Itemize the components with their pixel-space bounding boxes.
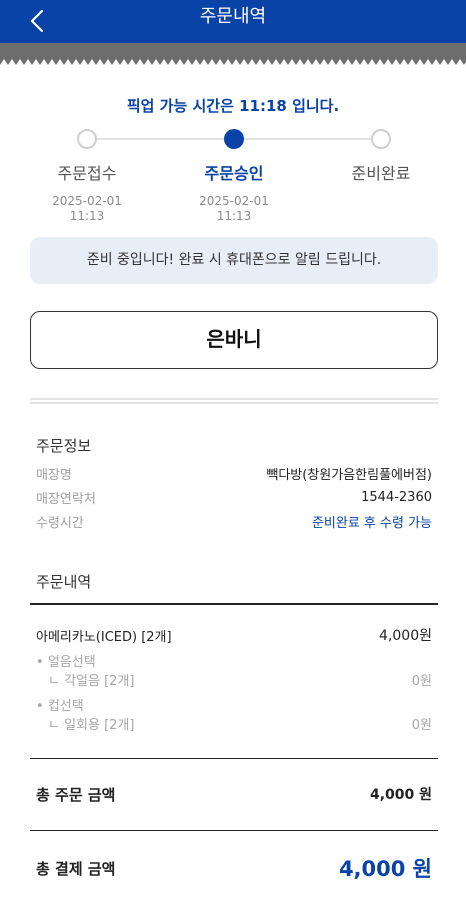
option-choice-cup: ㄴ 일회용 [2개] 0원 [36, 714, 432, 733]
option-price: 0원 [411, 673, 432, 689]
receipt-edge [0, 57, 466, 65]
status-notice: 준비 중입니다! 완료 시 휴대폰으로 알림 드립니다. [30, 237, 438, 284]
step-label: 주문승인 [204, 164, 264, 183]
order-item: 아메리카노(ICED) [2개] 4,000원 [36, 625, 432, 645]
store-phone: 1544-2360 [361, 489, 432, 505]
option-choice: ㄴ 각얼음 [2개] [48, 673, 135, 689]
payment-rule [30, 830, 438, 831]
step-received: 주문접수 2025-02-01 11:13 [27, 160, 147, 224]
order-details-title: 주문내역 [36, 573, 92, 591]
option-price: 0원 [411, 717, 432, 733]
step-dot-ready [371, 129, 391, 149]
item-name: 아메리카노(ICED) [2개] [36, 629, 172, 645]
pickup-time-value: 준비완료 후 수령 가능 [311, 515, 432, 531]
item-price: 4,000원 [379, 628, 432, 644]
info-row-store: 매장명 빽다방(창원가음한림풀에버점) [36, 463, 432, 483]
info-row-phone: 매장연락처 1544-2360 [36, 487, 432, 507]
step-approved: 주문승인 2025-02-01 11:13 [174, 160, 294, 224]
step-label: 준비완료 [351, 164, 411, 183]
order-total-label: 총 주문 금액 [36, 785, 116, 804]
step-ready: 준비완료 [321, 160, 441, 184]
option-choice: ㄴ 일회용 [2개] [48, 717, 135, 733]
step-label: 주문접수 [57, 164, 117, 183]
option-group-cup: • 컵선택 [36, 695, 432, 714]
details-rule [30, 603, 438, 605]
option-group-ice: • 얼음선택 [36, 651, 432, 670]
info-label: 수령시간 [36, 515, 84, 531]
step-dot-approved [224, 129, 244, 149]
option-choice-ice: ㄴ 각얼음 [2개] 0원 [36, 670, 432, 689]
page-title: 주문내역 [199, 6, 267, 27]
option-group-label: • 컵선택 [36, 698, 84, 714]
pickup-time-text: 픽업 가능 시간은 11:18 입니다. [126, 97, 340, 115]
section-divider [30, 398, 438, 404]
info-label: 매장연락처 [36, 491, 96, 507]
option-group-label: • 얼음선택 [36, 654, 96, 670]
customer-name: 은바니 [30, 311, 438, 369]
order-info-title: 주문정보 [36, 437, 92, 455]
app-header: 주문내역 [0, 0, 466, 43]
store-name: 빽다방(창원가음한림풀에버점) [266, 467, 432, 483]
order-total-row: 총 주문 금액 4,000 원 [36, 782, 432, 806]
step-dot-received [77, 129, 97, 149]
payment-total-row: 총 결제 금액 4,000 원 [36, 852, 432, 884]
total-rule [30, 758, 438, 759]
payment-total-value: 4,000 원 [338, 857, 432, 881]
info-label: 매장명 [36, 467, 72, 483]
payment-total-label: 총 결제 금액 [36, 859, 116, 878]
order-total-value: 4,000 원 [369, 787, 432, 803]
step-date: 2025-02-01 11:13 [199, 194, 269, 223]
order-progress [0, 125, 466, 155]
step-date: 2025-02-01 11:13 [52, 194, 122, 223]
info-row-pickup: 수령시간 준비완료 후 수령 가능 [36, 511, 432, 531]
